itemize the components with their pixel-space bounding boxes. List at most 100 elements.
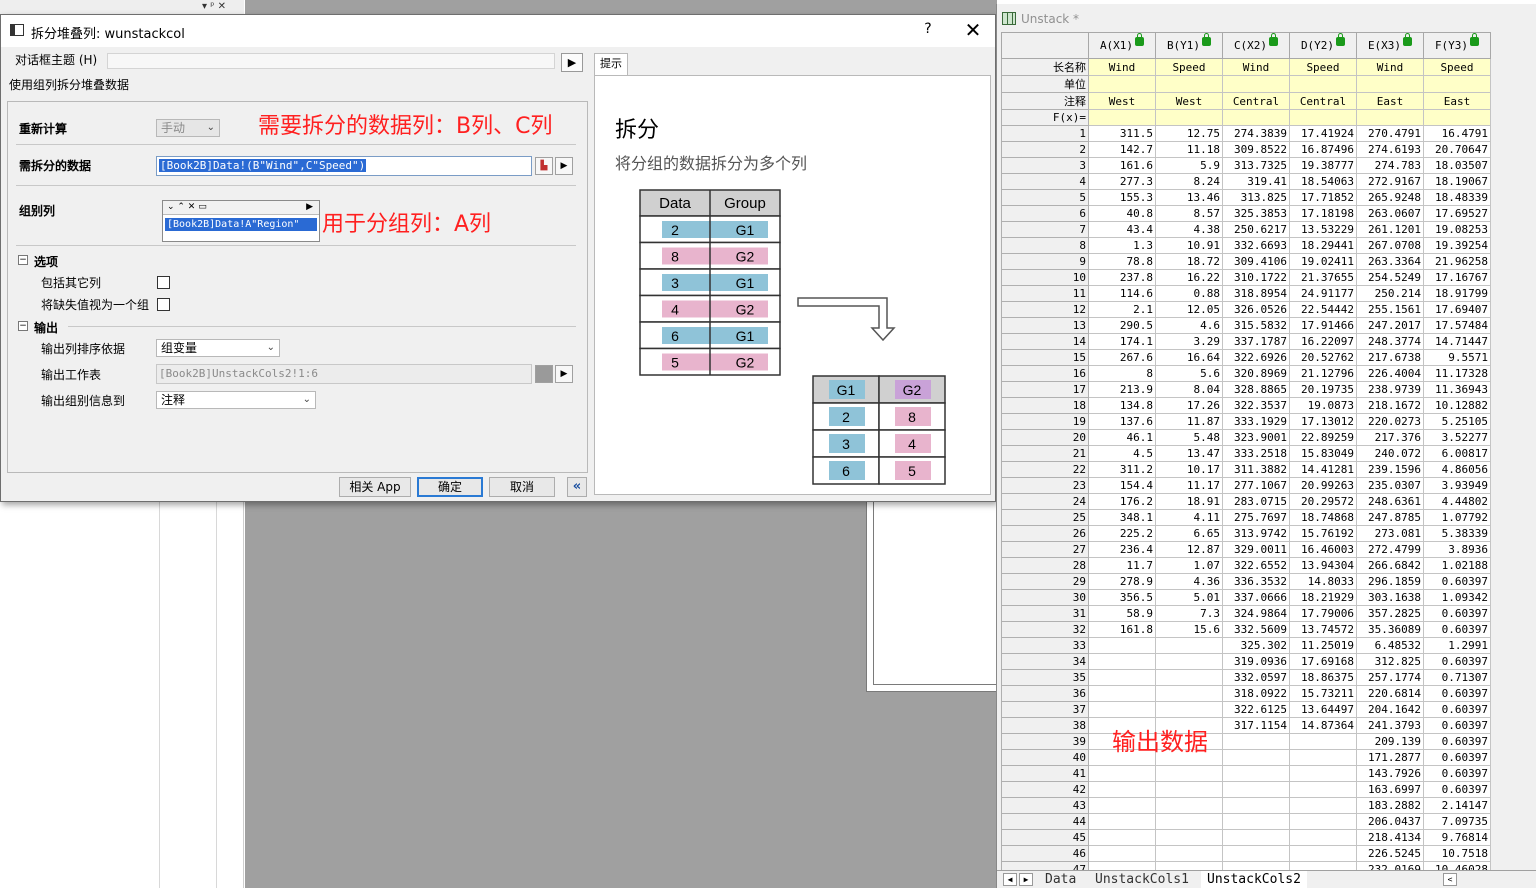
data-cell[interactable]: 1.02188	[1423, 557, 1491, 574]
data-cell[interactable]	[1088, 653, 1156, 670]
tab-data[interactable]: Data	[1039, 871, 1082, 888]
data-cell[interactable]	[1088, 829, 1156, 846]
panel-pin-icon[interactable]: ▾ ᵖ ✕	[202, 1, 226, 12]
data-cell[interactable]: 313.825	[1222, 189, 1290, 206]
data-cell[interactable]: 274.6193	[1356, 141, 1424, 158]
data-cell[interactable]: 267.0708	[1356, 237, 1424, 254]
row-header[interactable]: 17	[1001, 381, 1089, 398]
data-cell[interactable]: 18.29441	[1289, 237, 1357, 254]
column-header[interactable]: B(Y1)	[1155, 32, 1223, 59]
data-cell[interactable]: 309.4106	[1222, 253, 1290, 270]
data-cell[interactable]: 325.302	[1222, 637, 1290, 654]
corner-cell[interactable]	[1001, 32, 1089, 59]
data-cell[interactable]: 15.83049	[1289, 445, 1357, 462]
sort-combo[interactable]: 组变量 ⌄	[156, 339, 280, 357]
row-header[interactable]: 13	[1001, 317, 1089, 334]
row-header[interactable]: 18	[1001, 397, 1089, 414]
tab-next-button[interactable]: ▶	[1019, 873, 1033, 886]
column-header[interactable]: E(X3)	[1356, 32, 1424, 59]
data-cell[interactable]: 13.53229	[1289, 221, 1357, 238]
data-cell[interactable]: 318.8954	[1222, 285, 1290, 302]
data-cell[interactable]	[1155, 701, 1223, 718]
data-cell[interactable]: 277.1067	[1222, 477, 1290, 494]
data-cell[interactable]	[1088, 845, 1156, 862]
data-cell[interactable]: 18.19067	[1423, 173, 1491, 190]
data-cell[interactable]	[1155, 813, 1223, 830]
data-cell[interactable]: 273.081	[1356, 525, 1424, 542]
data-cell[interactable]: 241.3793	[1356, 717, 1424, 734]
data-cell[interactable]: 18.91799	[1423, 285, 1491, 302]
meta-cell[interactable]: East	[1356, 92, 1424, 110]
data-cell[interactable]: 263.3364	[1356, 253, 1424, 270]
data-cell[interactable]	[1222, 797, 1290, 814]
data-cell[interactable]: 283.0715	[1222, 493, 1290, 510]
meta-cell[interactable]: West	[1155, 92, 1223, 110]
data-cell[interactable]	[1155, 765, 1223, 782]
data-cell[interactable]	[1289, 797, 1357, 814]
data-range-input[interactable]: [Book2B]Data!(B"Wind",C"Speed")	[156, 156, 532, 176]
row-header[interactable]: 44	[1001, 813, 1089, 830]
data-cell[interactable]: 322.6125	[1222, 701, 1290, 718]
data-cell[interactable]: 43.4	[1088, 221, 1156, 238]
data-cell[interactable]: 235.0307	[1356, 477, 1424, 494]
data-cell[interactable]: 5.38339	[1423, 525, 1491, 542]
row-header[interactable]: 23	[1001, 477, 1089, 494]
missing-as-group-checkbox[interactable]	[157, 298, 170, 311]
meta-cell[interactable]: Speed	[1423, 58, 1491, 76]
data-cell[interactable]: 309.8522	[1222, 141, 1290, 158]
cancel-button[interactable]: 取消	[489, 477, 555, 497]
data-cell[interactable]: 12.75	[1155, 125, 1223, 142]
data-cell[interactable]: 337.1787	[1222, 333, 1290, 350]
data-cell[interactable]: 17.91466	[1289, 317, 1357, 334]
row-header[interactable]: 40	[1001, 749, 1089, 766]
data-cell[interactable]: 21.37655	[1289, 269, 1357, 286]
data-cell[interactable]: 155.3	[1088, 189, 1156, 206]
group-list-toolbar[interactable]: ⌄ ⌃ ✕ ▭ ▶	[163, 201, 319, 215]
data-cell[interactable]: 2.14147	[1423, 797, 1491, 814]
data-cell[interactable]: 226.4004	[1356, 365, 1424, 382]
data-cell[interactable]	[1289, 765, 1357, 782]
data-cell[interactable]: 13.46	[1155, 189, 1223, 206]
data-cell[interactable]: 263.0607	[1356, 205, 1424, 222]
row-header[interactable]: 31	[1001, 605, 1089, 622]
data-cell[interactable]: 0.60397	[1423, 717, 1491, 734]
data-cell[interactable]: 277.3	[1088, 173, 1156, 190]
data-cell[interactable]: 6.00817	[1423, 445, 1491, 462]
meta-cell[interactable]: Wind	[1088, 58, 1156, 76]
data-cell[interactable]: 313.9742	[1222, 525, 1290, 542]
data-cell[interactable]: 278.9	[1088, 573, 1156, 590]
group-list-item[interactable]: [Book2B]Data!A"Region"	[165, 218, 317, 231]
data-cell[interactable]: 17.79006	[1289, 605, 1357, 622]
data-cell[interactable]: 250.6217	[1222, 221, 1290, 238]
row-header[interactable]: 6	[1001, 205, 1089, 222]
data-cell[interactable]: 240.072	[1356, 445, 1424, 462]
meta-cell[interactable]	[1222, 109, 1290, 126]
data-cell[interactable]: 332.5609	[1222, 621, 1290, 638]
data-cell[interactable]: 266.6842	[1356, 557, 1424, 574]
data-cell[interactable]: 137.6	[1088, 413, 1156, 430]
data-cell[interactable]: 356.5	[1088, 589, 1156, 606]
data-cell[interactable]: 0.60397	[1423, 749, 1491, 766]
row-header[interactable]: 28	[1001, 557, 1089, 574]
data-cell[interactable]: 10.7518	[1423, 845, 1491, 862]
data-cell[interactable]: 239.1596	[1356, 461, 1424, 478]
data-cell[interactable]: 257.1774	[1356, 669, 1424, 686]
data-cell[interactable]: 322.6552	[1222, 557, 1290, 574]
data-cell[interactable]: 40.8	[1088, 205, 1156, 222]
data-cell[interactable]: 315.5832	[1222, 317, 1290, 334]
data-cell[interactable]: 1.3	[1088, 237, 1156, 254]
data-cell[interactable]: 46.1	[1088, 429, 1156, 446]
column-header[interactable]: C(X2)	[1222, 32, 1290, 59]
data-cell[interactable]: 15.76192	[1289, 525, 1357, 542]
data-cell[interactable]: 20.29572	[1289, 493, 1357, 510]
data-cell[interactable]: 10.17	[1155, 461, 1223, 478]
data-cell[interactable]: 217.6738	[1356, 349, 1424, 366]
row-header[interactable]: 38	[1001, 717, 1089, 734]
data-cell[interactable]: 0.60397	[1423, 733, 1491, 750]
data-cell[interactable]	[1088, 797, 1156, 814]
data-cell[interactable]: 154.4	[1088, 477, 1156, 494]
data-cell[interactable]: 318.0922	[1222, 685, 1290, 702]
data-cell[interactable]: 14.87364	[1289, 717, 1357, 734]
data-cell[interactable]: 1.2991	[1423, 637, 1491, 654]
collapse-panel-button[interactable]: «	[567, 477, 587, 497]
